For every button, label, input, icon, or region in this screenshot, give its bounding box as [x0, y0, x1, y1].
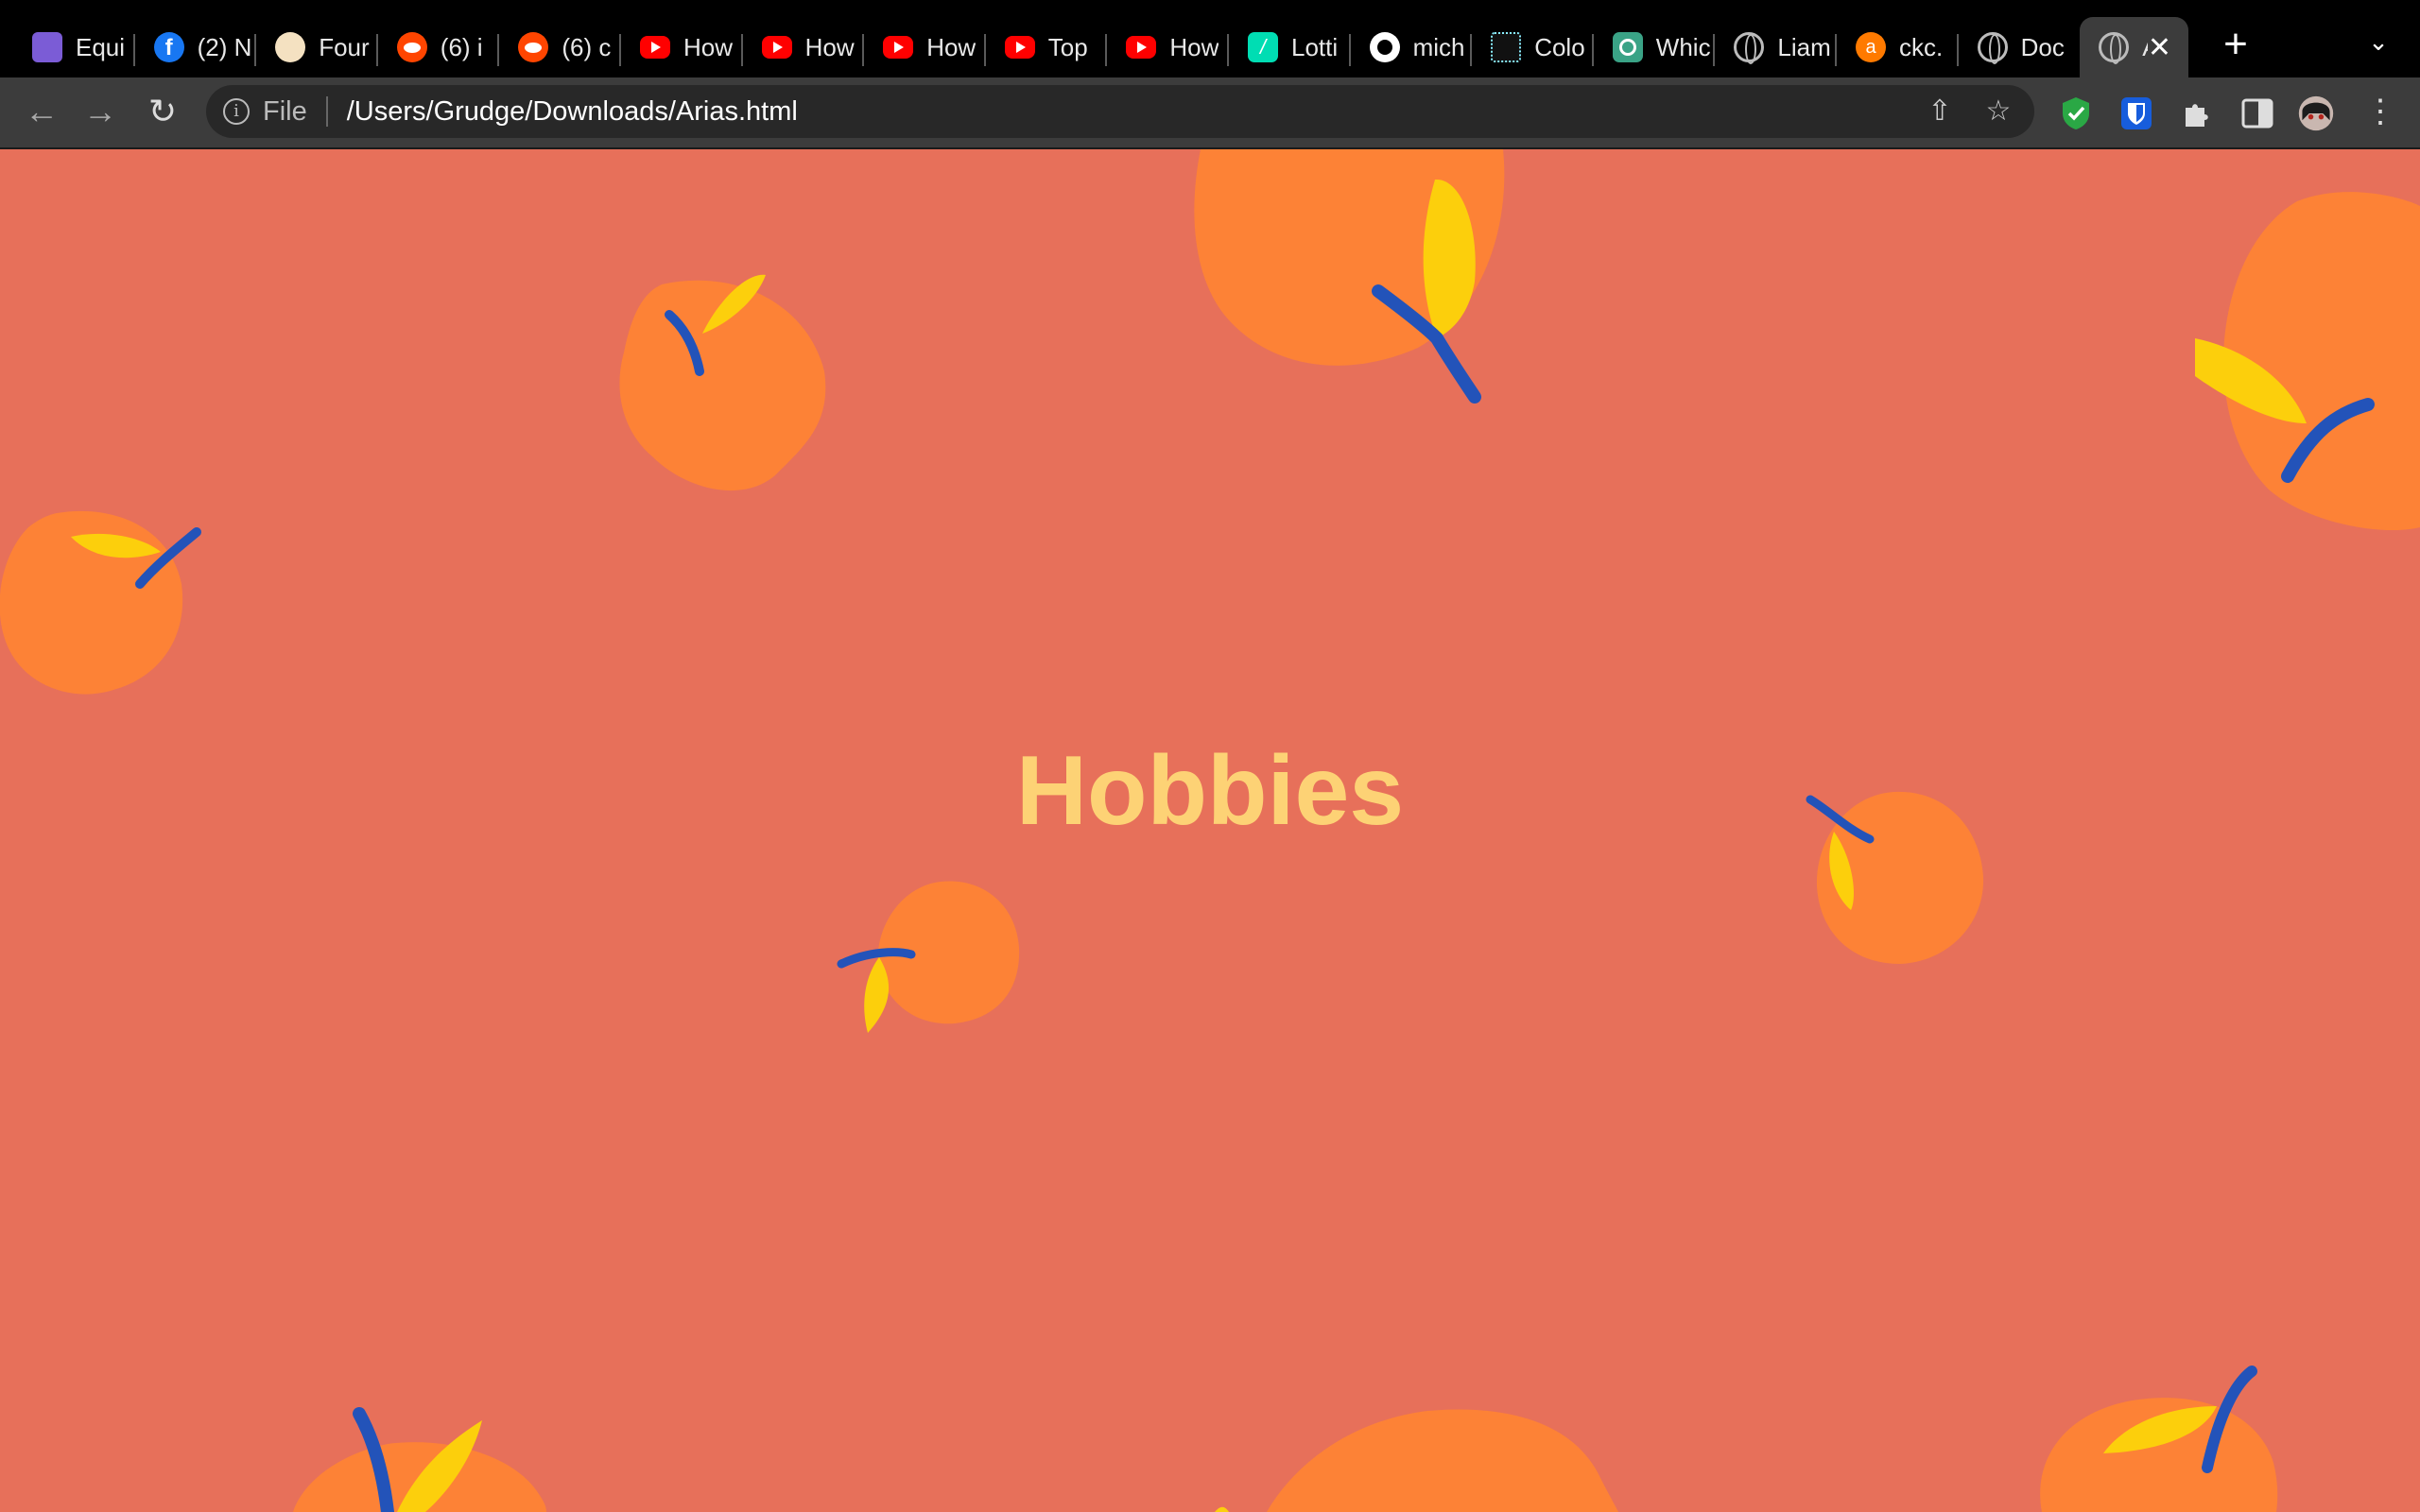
youtube-icon [1126, 36, 1157, 59]
tab-title: (2) N [197, 32, 252, 61]
four-icon [275, 32, 306, 62]
side-panel-icon[interactable] [2238, 94, 2276, 132]
reload-button[interactable]: ↻ [142, 91, 183, 132]
tab-search-chevron-icon[interactable]: ⌄ [2360, 23, 2397, 60]
orange-illustration [837, 881, 1020, 1033]
lottie-icon: / [1248, 32, 1278, 62]
orange-illustration [2040, 1366, 2278, 1512]
youtube-icon [1004, 36, 1035, 59]
back-button[interactable]: ← [21, 91, 62, 132]
site-info-icon[interactable]: i [223, 98, 250, 125]
tab-title: Four [319, 32, 370, 61]
browser-tab[interactable]: Top [986, 17, 1108, 77]
github-icon [1369, 32, 1400, 62]
browser-tab[interactable]: (6) i [378, 17, 500, 77]
orange-illustration [619, 274, 826, 491]
browser-tab[interactable]: f (2) N [135, 17, 257, 77]
ckc-icon: a [1856, 32, 1886, 62]
openai-icon [1612, 32, 1643, 62]
reddit-icon [518, 32, 549, 62]
youtube-icon [761, 36, 792, 59]
tab-title: How [926, 32, 977, 61]
browser-tab[interactable]: A✕ [2080, 17, 2188, 77]
close-tab-icon[interactable]: ✕ [2148, 31, 2171, 64]
browser-toolbar: ← → ↻ i File /Users/Grudge/Downloads/Ari… [0, 77, 2420, 149]
color-icon [1491, 32, 1522, 62]
scheme-label: File [263, 95, 307, 127]
forward-button[interactable]: → [79, 91, 121, 132]
tab-title: Liam [1777, 32, 1831, 61]
tab-title: How [683, 32, 734, 61]
browser-tab[interactable]: mich [1351, 17, 1473, 77]
tab-title: (6) c [562, 32, 612, 61]
browser-tab[interactable]: / Lotti [1229, 17, 1351, 77]
browser-tab[interactable]: How [864, 17, 986, 77]
tab-title: How [804, 32, 855, 61]
url-text[interactable]: /Users/Grudge/Downloads/Arias.html [347, 96, 798, 128]
browser-tab[interactable]: How [743, 17, 865, 77]
browser-tab[interactable]: Liam [1715, 17, 1837, 77]
orange-illustration [293, 1407, 546, 1512]
browser-tab[interactable]: Whic [1594, 17, 1716, 77]
share-icon[interactable]: ⇧ [1917, 85, 1962, 138]
tab-title: (6) i [440, 32, 483, 61]
bitwarden-icon[interactable] [2118, 94, 2155, 132]
browser-tab[interactable]: a ckc. [1837, 17, 1959, 77]
page-content: Hobbies [0, 149, 2420, 1512]
browser-tab[interactable]: (6) c [499, 17, 621, 77]
browser-tab[interactable]: Four [256, 17, 378, 77]
orange-illustration [1194, 149, 1505, 404]
globe-icon [1734, 32, 1765, 64]
globe-icon [2099, 32, 2130, 64]
tab-strip: Equi f (2) N Four (6) i (6) c How How How Top How /… [0, 0, 2420, 77]
orange-illustration [1215, 1409, 1618, 1512]
omnibox-divider [325, 96, 328, 127]
profile-avatar[interactable] [2297, 94, 2335, 132]
adblock-shield-icon[interactable] [2057, 94, 2095, 132]
tab-title: Whic [1655, 32, 1711, 61]
orange-illustration [2195, 192, 2420, 531]
youtube-icon [883, 36, 914, 59]
youtube-icon [640, 36, 670, 59]
tab-title: ckc. [1899, 32, 1944, 61]
tab-title: Colo [1534, 32, 1585, 61]
page-heading: Hobbies [1015, 736, 1405, 846]
extensions-puzzle-icon[interactable] [2178, 94, 2216, 132]
bookmark-star-icon[interactable]: ☆ [1976, 85, 2021, 138]
reddit-icon [396, 32, 427, 62]
tab-title: mich [1412, 32, 1465, 61]
facebook-icon: f [153, 32, 184, 62]
browser-tab[interactable]: How [621, 17, 743, 77]
equi-icon [32, 32, 62, 62]
tab-title: Top [1047, 32, 1088, 61]
browser-tab[interactable]: Doc [1959, 17, 2081, 77]
new-tab-button[interactable]: + [2212, 21, 2259, 68]
tab-title: Equi [76, 32, 126, 61]
address-bar[interactable]: i File /Users/Grudge/Downloads/Arias.htm… [206, 85, 2034, 138]
browser-tab[interactable]: Colo [1472, 17, 1594, 77]
tab-title: How [1169, 32, 1219, 61]
browser-tab[interactable]: How [1107, 17, 1229, 77]
globe-icon [1977, 32, 2008, 64]
tab-title: Doc [2020, 32, 2065, 61]
orange-illustration [0, 510, 201, 695]
menu-kebab-icon[interactable]: ⋮ [2360, 91, 2401, 132]
tab-title: Lotti [1291, 32, 1339, 61]
browser-tab[interactable]: Equi [13, 17, 135, 77]
